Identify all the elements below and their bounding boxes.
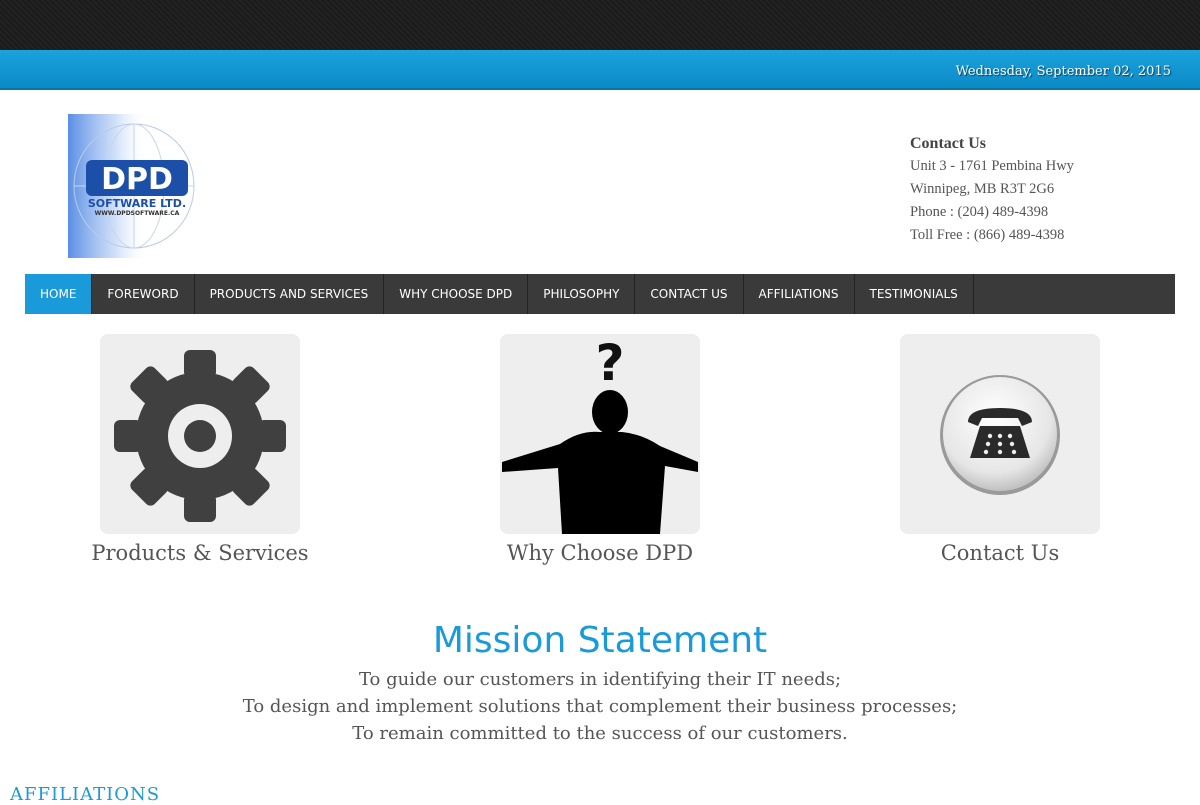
mission-line-2: To design and implement solutions that c… [242,696,958,717]
gear-icon [114,350,286,522]
logo-subtitle: SOFTWARE LTD. [88,197,186,210]
nav-item-home[interactable]: HOME [25,274,93,314]
mission-line-3: To remain committed to the success of ou… [352,723,848,744]
mission-title: Mission Statement [432,620,768,661]
affiliations-heading: AFFILIATIONS [10,784,161,805]
date-bar: Wednesday, September 02, 2015 [0,50,1200,90]
nav-item-philosophy[interactable]: PHILOSOPHY [528,274,636,314]
company-logo[interactable]: DPD SOFTWARE LTD. WWW.DPDSOFTWARE.CA [68,114,200,258]
mission-statement: To guide our customers in identifying th… [0,666,1200,747]
contact-us-tile[interactable] [900,334,1100,534]
contact-heading: Contact Us [910,135,986,152]
contact-phone: Phone : (204) 489-4398 [910,204,1049,220]
logo-brand: DPD [101,162,173,197]
telephone-icon [940,375,1060,495]
contact-info: Contact Us Unit 3 - 1761 Pembina Hwy Win… [910,132,1170,247]
nav-item-contact-us[interactable]: CONTACT US [635,274,744,314]
nav-item-testimonials[interactable]: TESTIMONIALS [855,274,974,314]
products-services-tile[interactable] [100,334,300,534]
products-services-label[interactable]: Products & Services [50,541,350,565]
contact-tollfree: Toll Free : (866) 489-4398 [910,227,1065,243]
mission-line-1: To guide our customers in identifying th… [358,669,842,690]
nav-item-products-and-services[interactable]: PRODUCTS AND SERVICES [195,274,385,314]
nav-item-affiliations[interactable]: AFFILIATIONS [744,274,855,314]
why-choose-dpd-label[interactable]: Why Choose DPD [450,541,750,565]
nav-item-why-choose-dpd[interactable]: WHY CHOOSE DPD [384,274,529,314]
nav-item-foreword[interactable]: FOREWORD [92,274,195,314]
logo-image: DPD SOFTWARE LTD. WWW.DPDSOFTWARE.CA [68,114,195,258]
logo-url: WWW.DPDSOFTWARE.CA [95,210,180,217]
question-person-icon: ? [502,334,698,534]
why-choose-dpd-tile[interactable]: ? [500,334,700,534]
contact-address-line1: Unit 3 - 1761 Pembina Hwy [910,158,1074,174]
svg-text:?: ? [595,334,624,392]
contact-address-line2: Winnipeg, MB R3T 2G6 [910,181,1055,197]
current-date: Wednesday, September 02, 2015 [955,64,1171,79]
main-nav: HOME FOREWORD PRODUCTS AND SERVICES WHY … [25,274,1175,314]
contact-us-label[interactable]: Contact Us [850,541,1150,565]
top-bar [0,0,1200,50]
